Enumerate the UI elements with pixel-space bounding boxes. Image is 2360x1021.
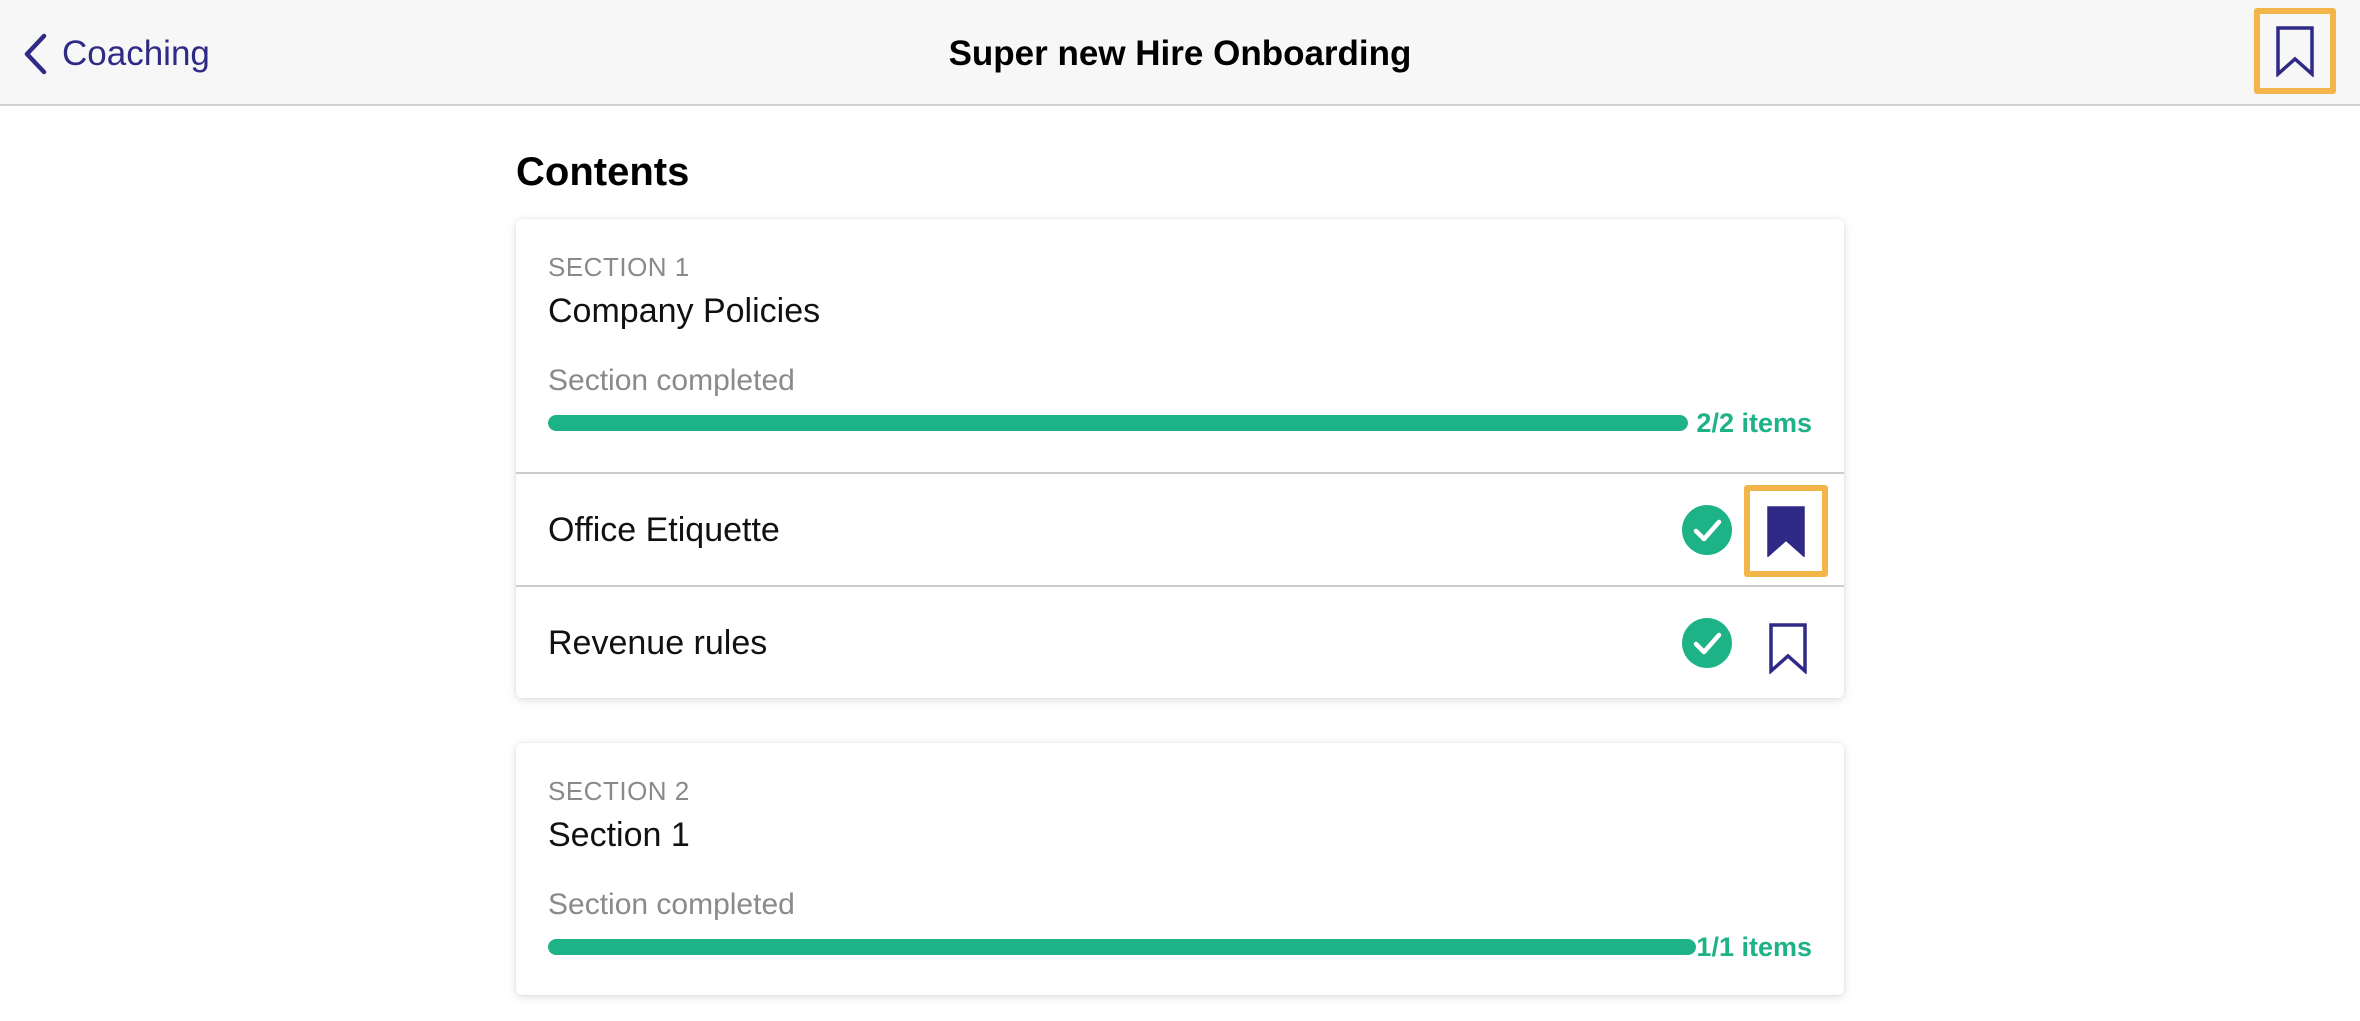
bookmark-toggle[interactable] bbox=[1744, 485, 1828, 577]
list-item[interactable]: Office Etiquette bbox=[516, 472, 1844, 585]
checkmark-circle-icon bbox=[1682, 618, 1732, 668]
page-title: Super new Hire Onboarding bbox=[948, 34, 1412, 73]
bookmark-filled-icon bbox=[1767, 506, 1805, 557]
section-progress-fill bbox=[548, 939, 1696, 955]
section-progress-fill bbox=[548, 415, 1688, 431]
section-progress-count: 2/2 items bbox=[1696, 408, 1812, 438]
section-progress-count: 1/1 items bbox=[1696, 932, 1812, 962]
section-label: SECTION 1 bbox=[548, 252, 690, 282]
navigation-bar: Coaching Super new Hire Onboarding bbox=[0, 0, 2360, 106]
section-card: SECTION 2 Section 1 Section completed 1/… bbox=[516, 743, 1844, 995]
section-title: Company Policies bbox=[548, 292, 821, 330]
section-progress-bar bbox=[548, 415, 1688, 431]
bookmark-outline-icon bbox=[1769, 623, 1807, 674]
contents-heading: Contents bbox=[516, 150, 690, 194]
item-title: Office Etiquette bbox=[548, 511, 780, 549]
list-item[interactable]: Revenue rules bbox=[516, 585, 1844, 698]
section-title: Section 1 bbox=[548, 816, 690, 854]
section-status: Section completed bbox=[548, 364, 795, 397]
bookmark-toggle[interactable] bbox=[1748, 605, 1828, 691]
section-status: Section completed bbox=[548, 888, 795, 921]
section-card: SECTION 1 Company Policies Section compl… bbox=[516, 219, 1844, 698]
section-label: SECTION 2 bbox=[548, 776, 690, 806]
bookmarks-button[interactable] bbox=[2254, 8, 2336, 94]
section-header[interactable]: SECTION 2 Section 1 Section completed 1/… bbox=[516, 743, 1844, 995]
section-header[interactable]: SECTION 1 Company Policies Section compl… bbox=[516, 219, 1844, 472]
item-title: Revenue rules bbox=[548, 624, 768, 662]
section-progress-bar bbox=[548, 939, 1696, 955]
checkmark-circle-icon bbox=[1682, 505, 1732, 555]
bookmark-outline-icon bbox=[2276, 26, 2314, 77]
